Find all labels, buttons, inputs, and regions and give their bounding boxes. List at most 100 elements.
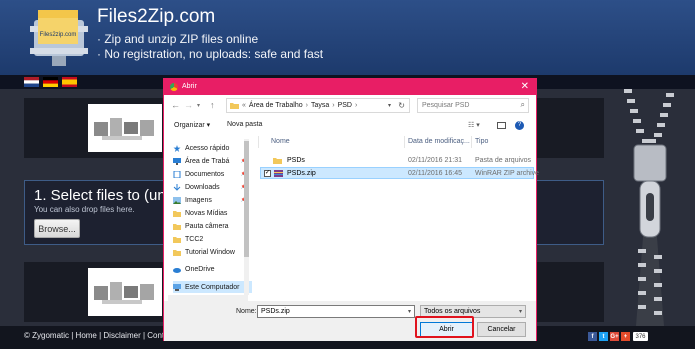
file-name: PSDs <box>287 157 305 164</box>
nav-item-documents[interactable]: Documentos 📌 <box>173 168 252 180</box>
nav-item-label: Tutorial Window <box>185 248 235 256</box>
nav-item-desktop[interactable]: Área de Trabá 📌 <box>173 155 252 167</box>
chrome-icon <box>170 83 178 91</box>
breadcrumb-overflow[interactable]: « <box>242 102 246 109</box>
tagline-zip-unzip: · Zip and unzip ZIP files online <box>97 32 259 46</box>
german-flag-icon[interactable] <box>43 77 58 87</box>
zip-clamp-logo[interactable]: Files2zip.com <box>30 6 88 66</box>
nav-item-downloads[interactable]: Downloads 📌 <box>173 181 252 193</box>
nav-item-tcc2[interactable]: TCC2 <box>173 233 252 245</box>
google-plus-icon[interactable]: G+ <box>610 332 619 341</box>
twitter-icon[interactable]: t <box>599 332 608 341</box>
dutch-flag-icon[interactable] <box>24 77 39 87</box>
pictures-icon <box>173 196 181 204</box>
site-title[interactable]: Files2Zip.com <box>97 6 215 28</box>
footer-links[interactable]: © Zygomatic | Home | Disclaimer | Cont <box>24 331 164 340</box>
nav-item-tutorial-windows[interactable]: Tutorial Window <box>173 246 252 258</box>
facebook-icon[interactable]: f <box>588 332 597 341</box>
computer-icon <box>173 283 181 291</box>
file-date: 02/11/2016 21:31 <box>408 157 462 164</box>
nav-item-label: Imagens <box>185 196 212 204</box>
nav-item-label: OneDrive <box>185 265 215 273</box>
close-icon[interactable]: ✕ <box>521 81 529 92</box>
svg-text:Files2zip.com: Files2zip.com <box>40 32 77 38</box>
navigation-bar: ← → ▾ ↑ « Área de Trabalho › Taysa › PSD… <box>164 95 536 117</box>
dialog-title: Abrir <box>182 83 197 90</box>
site-header: Files2zip.com Files2Zip.com · Zip and un… <box>0 0 695 75</box>
nav-item-label: Acesso rápido <box>185 144 230 152</box>
file-row-psds-folder[interactable]: PSDs 02/11/2016 21:31 Pasta de arquivos <box>260 155 534 167</box>
up-arrow-icon[interactable]: ↑ <box>210 100 215 110</box>
nav-pane-vertical-scrollbar[interactable] <box>244 139 249 295</box>
refresh-icon[interactable]: ↻ <box>398 101 405 110</box>
organize-menu[interactable]: Organizar ▾ <box>174 121 210 129</box>
select-files-title: 1. Select files to (un)zi <box>34 187 182 204</box>
nav-item-onedrive[interactable]: OneDrive <box>173 263 252 275</box>
cloud-icon <box>173 267 181 273</box>
chevron-down-icon[interactable]: ▾ <box>519 308 522 315</box>
nav-item-label: Documentos <box>185 170 225 178</box>
nav-item-label: Pauta câmera <box>185 222 229 230</box>
address-bar[interactable]: « Área de Trabalho › Taysa › PSD › ▾ ↻ <box>226 98 410 113</box>
star-icon <box>173 144 181 152</box>
pixelated-image <box>88 104 162 152</box>
nav-item-pictures[interactable]: Imagens 📌 <box>173 194 252 206</box>
spanish-flag-icon[interactable] <box>62 77 77 87</box>
nav-item-pauta-camera[interactable]: Pauta câmera <box>173 220 252 232</box>
open-file-dialog[interactable]: Abrir ✕ ← → ▾ ↑ « Área de Trabalho › Tay… <box>163 78 539 341</box>
chevron-down-icon[interactable]: ▾ <box>408 308 411 315</box>
folder-icon <box>173 236 181 243</box>
folder-icon <box>173 223 181 230</box>
column-header-type[interactable]: Tipo <box>475 138 488 145</box>
cancel-button[interactable]: Cancelar <box>477 322 526 337</box>
nav-item-quick-access[interactable]: Acesso rápido <box>173 142 252 154</box>
forward-arrow-icon[interactable]: → <box>184 100 193 110</box>
column-header-name[interactable]: Nome <box>271 138 290 145</box>
new-folder-button[interactable]: Nova pasta <box>227 121 262 128</box>
recent-chevron-icon[interactable]: ▾ <box>197 102 200 109</box>
download-icon <box>173 183 181 191</box>
file-row-psds-zip[interactable]: ✓ PSDs.zip 02/11/2016 16:45 WinRAR ZIP a… <box>260 167 539 179</box>
zipper-graphic <box>604 89 695 326</box>
back-arrow-icon[interactable]: ← <box>171 100 180 110</box>
nav-item-label: Este Computador <box>185 283 240 291</box>
breadcrumb-taysa[interactable]: Taysa <box>311 102 329 109</box>
filename-value: PSDs.zip <box>261 308 290 315</box>
column-header-date[interactable]: Data de modificaç... <box>408 138 470 145</box>
filename-input[interactable]: PSDs.zip ▾ <box>257 305 415 318</box>
file-name: PSDs.zip <box>287 170 316 177</box>
folder-icon <box>273 158 282 164</box>
breadcrumb-psd[interactable]: PSD <box>338 102 352 109</box>
command-bar: Organizar ▾ Nova pasta ☷ ▾ ? <box>164 117 536 134</box>
pixelated-image <box>88 268 162 316</box>
breadcrumb-separator: › <box>305 102 308 109</box>
share-count: 376 <box>633 332 648 341</box>
view-options-icon[interactable]: ☷ ▾ <box>468 121 480 129</box>
nav-item-label: TCC2 <box>185 235 204 243</box>
dialog-titlebar[interactable]: Abrir ✕ <box>164 79 536 95</box>
nav-item-novas-midias[interactable]: Novas Mídias <box>173 207 252 219</box>
folder-icon <box>230 103 239 109</box>
preview-pane-icon[interactable] <box>497 122 506 129</box>
breadcrumb-separator: › <box>332 102 335 109</box>
address-dropdown-icon[interactable]: ▾ <box>388 102 391 109</box>
nav-item-label: Downloads <box>185 183 220 191</box>
winrar-icon <box>274 170 283 177</box>
search-box[interactable]: Pesquisar PSD ⌕ <box>417 98 529 113</box>
row-checkbox[interactable]: ✓ <box>264 170 271 177</box>
file-date: 02/11/2016 16:45 <box>408 170 462 177</box>
breadcrumb-desktop[interactable]: Área de Trabalho <box>249 102 303 109</box>
nav-item-label: Novas Mídias <box>185 209 228 217</box>
file-list: Nome Data de modificaç... Tipo PSDs 02/1… <box>256 134 539 300</box>
tagline-no-registration: · No registration, no uploads: safe and … <box>97 47 324 61</box>
search-icon: ⌕ <box>520 100 525 109</box>
nav-item-label: Área de Trabá <box>185 157 230 165</box>
browse-button[interactable]: Browse... <box>34 219 80 238</box>
nav-item-this-pc[interactable]: Este Computador <box>173 281 252 293</box>
drop-files-hint: You can also drop files here. <box>34 205 135 214</box>
help-icon[interactable]: ? <box>515 121 524 130</box>
search-placeholder: Pesquisar PSD <box>422 102 470 109</box>
desktop-icon <box>173 157 181 165</box>
share-plus-icon[interactable]: + <box>621 332 630 341</box>
breadcrumb-separator: › <box>355 102 358 109</box>
